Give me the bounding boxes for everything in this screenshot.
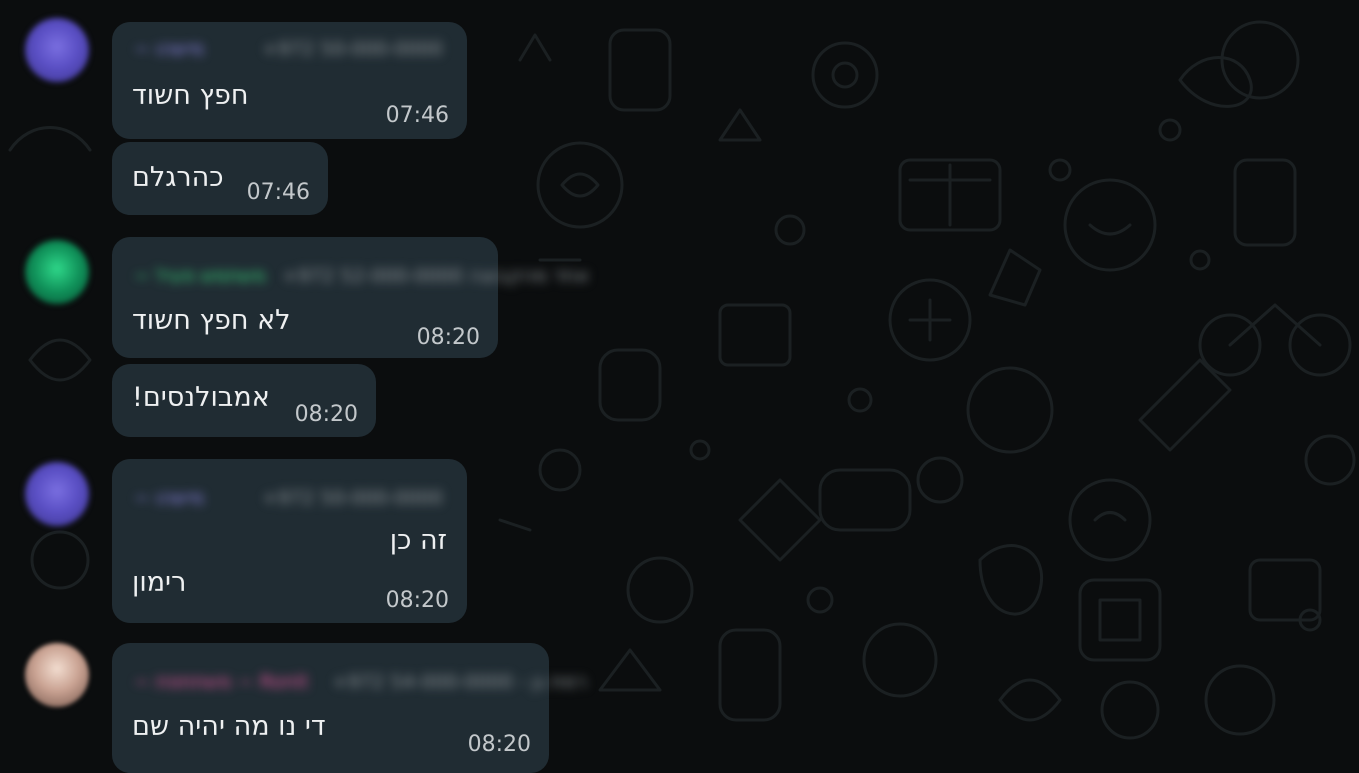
sender-name[interactable]: ~ משתמש פעיל [134, 265, 266, 287]
sender-avatar[interactable] [25, 643, 89, 707]
message-timestamp: 07:46 [246, 180, 310, 205]
message-bubble[interactable]: אמבולנסים! 08:20 [112, 364, 376, 437]
message-text: אמבולנסים! [132, 382, 270, 413]
sender-avatar[interactable] [25, 240, 89, 304]
message-text-line: זה כן [389, 525, 447, 556]
message-bubble[interactable]: כהרגלם 07:46 [112, 142, 328, 215]
message-text: כהרגלם [132, 162, 224, 193]
sender-avatar[interactable] [25, 18, 89, 82]
message-bubble[interactable]: ~ מישהו +972 50-000-0000 חפץ חשוד 07:46 [112, 22, 467, 139]
message-text: לא חפץ חשוד [132, 305, 291, 336]
message-timestamp: 07:46 [385, 103, 449, 128]
sender-name[interactable]: ~ מישהו [134, 38, 204, 60]
sender-phone: +972 52-000-0000 אחד מהקבוצה [282, 265, 589, 287]
sender-name[interactable]: ~ מישהו [134, 487, 204, 509]
message-timestamp: 08:20 [294, 402, 358, 427]
message-bubble[interactable]: ~ משתמש פעיל +972 52-000-0000 אחד מהקבוצ… [112, 237, 589, 358]
message-bubble[interactable]: ~ משתתפת ~ Ronit +972 54-000-0000 - רמת … [112, 643, 587, 773]
sender-avatar[interactable] [25, 462, 89, 526]
message-timestamp: 08:20 [385, 588, 449, 613]
sender-phone: +972 50-000-0000 [262, 487, 443, 509]
sender-phone: +972 54-000-0000 - רמת גן [332, 671, 587, 693]
message-bubble[interactable]: ~ מישהו +972 50-000-0000 זה כן רימון 08:… [112, 459, 467, 623]
message-text: די נו מה יהיה שם [132, 711, 326, 742]
message-timestamp: 08:20 [416, 325, 480, 350]
message-timestamp: 08:20 [467, 732, 531, 757]
sender-phone: +972 50-000-0000 [262, 38, 443, 60]
message-text-line: רימון [132, 567, 187, 598]
sender-name[interactable]: ~ משתתפת ~ Ronit [134, 671, 308, 693]
message-text: חפץ חשוד [132, 80, 249, 111]
